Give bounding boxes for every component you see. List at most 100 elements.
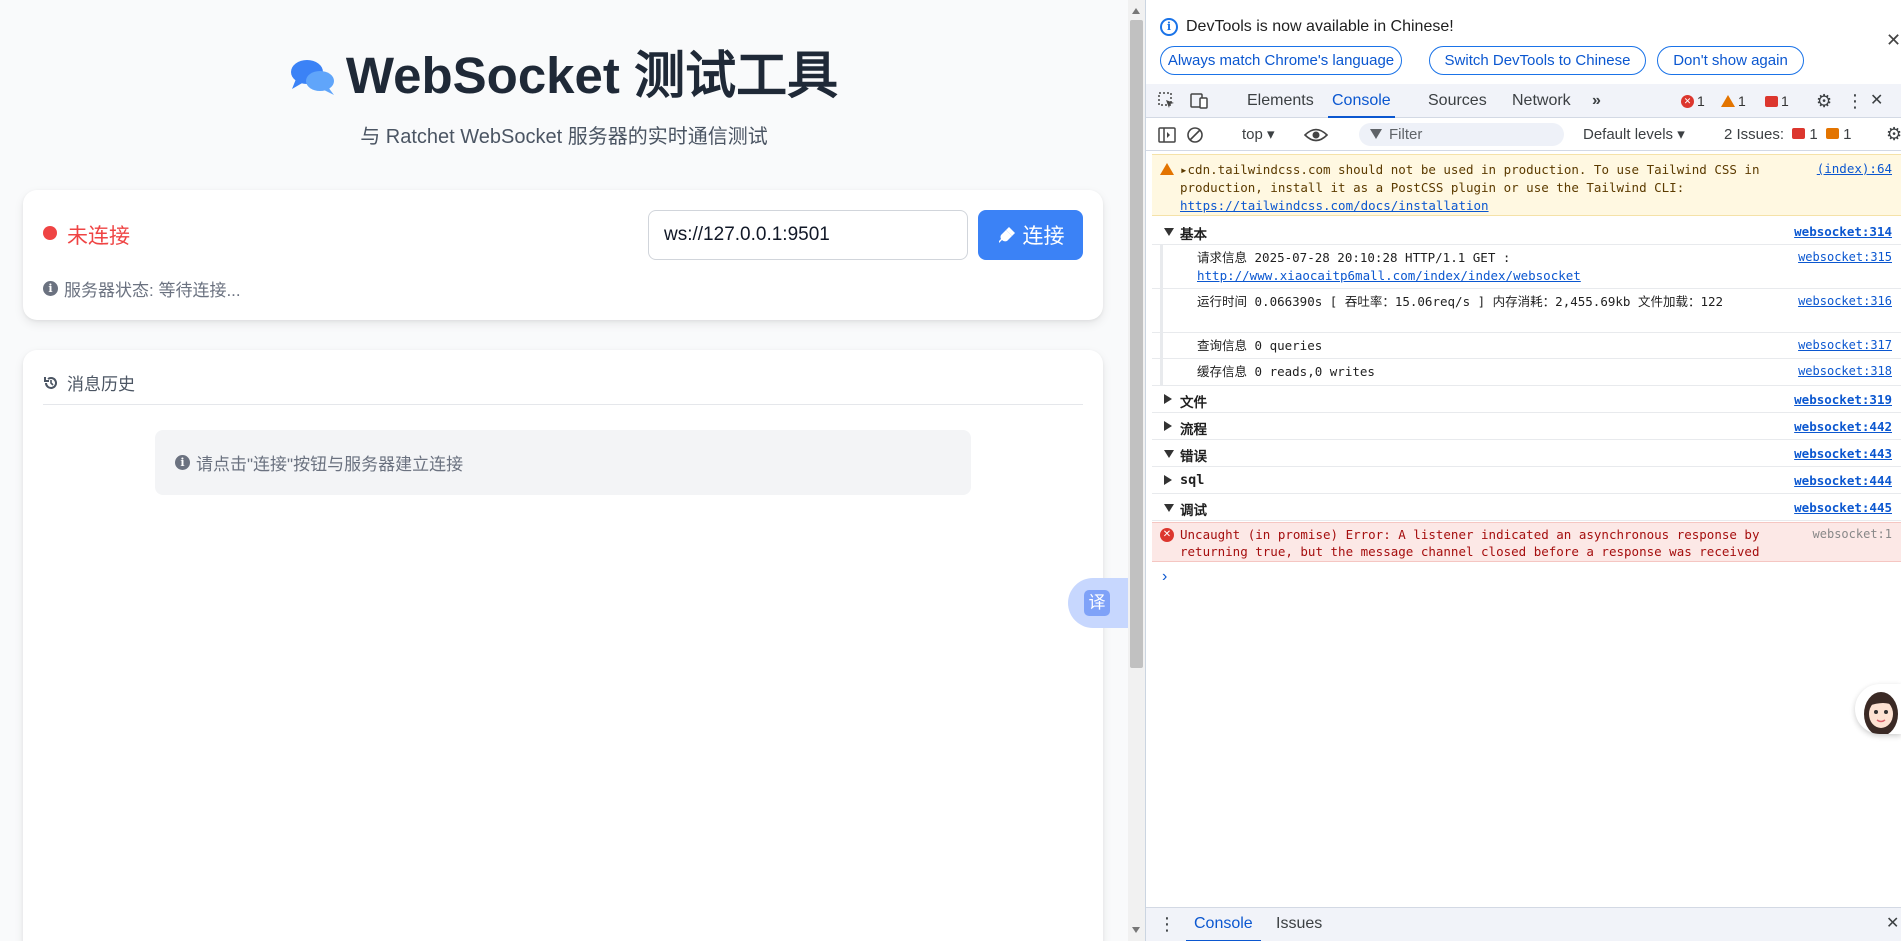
source-link[interactable]: websocket:317 xyxy=(1798,338,1892,352)
eye-icon[interactable] xyxy=(1304,126,1328,144)
tab-elements[interactable]: Elements xyxy=(1247,84,1314,118)
close-devtools-icon[interactable]: ✕ xyxy=(1870,84,1883,118)
error-icon: ✕ xyxy=(1681,94,1694,108)
device-toolbar-icon[interactable] xyxy=(1190,92,1208,110)
close-drawer-icon[interactable]: ✕ xyxy=(1886,908,1899,941)
console-group-debug[interactable]: 调试 websocket:445 xyxy=(1152,494,1901,521)
console-toolbar: top ▾ Filter Default levels ▾ 2 Issues: … xyxy=(1146,118,1901,151)
error-count-badge[interactable]: ✕ 1 xyxy=(1681,93,1705,109)
source-link[interactable]: websocket:1 xyxy=(1813,527,1892,541)
dont-show-again-button[interactable]: Don't show again xyxy=(1657,46,1804,75)
console-group-flow[interactable]: 流程 websocket:442 xyxy=(1152,413,1901,440)
settings-gear-icon[interactable]: ⚙ xyxy=(1816,84,1832,118)
notice-text: DevTools is now available in Chinese! xyxy=(1186,18,1454,35)
collapse-arrow-icon[interactable] xyxy=(1164,421,1172,431)
request-url-link[interactable]: http://www.xiaocaitp6mall.com/index/inde… xyxy=(1197,268,1581,283)
source-link[interactable]: websocket:442 xyxy=(1794,419,1892,434)
page-subtitle: 与 Ratchet WebSocket 服务器的实时通信测试 xyxy=(360,126,768,148)
websocket-app: WebSocket 测试工具 与 Ratchet WebSocket 服务器的实… xyxy=(0,0,1128,941)
inspect-element-icon[interactable] xyxy=(1158,92,1176,110)
source-link[interactable]: websocket:443 xyxy=(1794,446,1892,461)
log-text: 缓存信息 0 reads,0 writes xyxy=(1197,364,1375,379)
console-group-files[interactable]: 文件 websocket:319 xyxy=(1152,386,1901,413)
websocket-url-input[interactable] xyxy=(648,210,968,260)
info-icon: i xyxy=(1160,18,1178,36)
context-selector[interactable]: top ▾ xyxy=(1242,118,1275,152)
language-notice: i DevTools is now available in Chinese! … xyxy=(1146,0,1901,84)
info-icon: i xyxy=(175,455,190,470)
connect-button[interactable]: 连接 xyxy=(978,210,1083,260)
drawer-tab-issues[interactable]: Issues xyxy=(1276,908,1322,941)
source-link[interactable]: websocket:318 xyxy=(1798,364,1892,378)
tab-network[interactable]: Network xyxy=(1512,84,1571,118)
scroll-up-arrow-icon[interactable] xyxy=(1132,8,1140,14)
connection-card: 未连接 连接 i 服务器状态: 等待连接... xyxy=(23,190,1103,320)
console-log-line: 缓存信息 0 reads,0 writes websocket:318 xyxy=(1152,359,1901,386)
history-header: 消息历史 xyxy=(43,370,135,395)
clear-console-icon[interactable] xyxy=(1186,126,1204,144)
more-options-icon[interactable]: ⋮ xyxy=(1846,84,1864,118)
filter-icon xyxy=(1370,129,1382,139)
source-link[interactable]: (index):64 xyxy=(1817,161,1892,176)
expand-arrow-icon[interactable] xyxy=(1164,228,1174,236)
console-log-line: 请求信息 2025-07-28 20:10:28 HTTP/1.1 GET : … xyxy=(1152,245,1901,289)
assistant-avatar[interactable] xyxy=(1855,684,1901,734)
expand-arrow-icon[interactable] xyxy=(1164,504,1174,512)
issues-summary[interactable]: 2 Issues: 1 1 xyxy=(1724,118,1851,152)
connect-button-label: 连接 xyxy=(1022,225,1065,248)
source-link[interactable]: websocket:315 xyxy=(1798,250,1892,264)
collapse-arrow-icon[interactable] xyxy=(1164,394,1172,404)
scrollbar-thumb[interactable] xyxy=(1130,20,1143,668)
console-group-errors[interactable]: 错误 websocket:443 xyxy=(1152,440,1901,467)
drawer-menu-icon[interactable]: ⋮ xyxy=(1158,908,1176,941)
console-group-basic[interactable]: 基本 websocket:314 xyxy=(1152,218,1901,245)
expand-arrow-icon[interactable] xyxy=(1164,450,1174,458)
tab-sources[interactable]: Sources xyxy=(1428,84,1487,118)
avatar-face-icon xyxy=(1864,692,1898,734)
console-log-line: 查询信息 0 queries websocket:317 xyxy=(1152,333,1901,359)
divider xyxy=(43,404,1083,405)
console-settings-gear-icon[interactable]: ⚙ xyxy=(1886,118,1901,152)
status-dot xyxy=(43,226,57,240)
log-text: 运行时间 0.066390s [ 吞吐率：15.06req/s ] 内存消耗：2… xyxy=(1197,294,1724,309)
empty-state-message: i 请点击"连接"按钮与服务器建立连接 xyxy=(155,430,971,495)
group-label: 文件 xyxy=(1180,395,1207,411)
issue-warning-icon xyxy=(1825,128,1839,139)
always-match-language-button[interactable]: Always match Chrome's language xyxy=(1160,46,1402,75)
page-title: WebSocket 测试工具 xyxy=(0,44,1128,112)
switch-to-chinese-button[interactable]: Switch DevTools to Chinese xyxy=(1429,46,1646,75)
page-title-text: WebSocket 测试工具 xyxy=(345,47,839,104)
warning-icon xyxy=(1160,163,1174,175)
close-icon[interactable]: ✕ xyxy=(1886,30,1901,51)
source-link[interactable]: websocket:314 xyxy=(1794,224,1892,239)
warning-text: ▸cdn.tailwindcss.com should not be used … xyxy=(1180,162,1760,213)
info-icon: i xyxy=(43,281,58,296)
page-scrollbar[interactable] xyxy=(1128,0,1145,941)
console-filter-input[interactable]: Filter xyxy=(1359,123,1564,146)
tab-console[interactable]: Console xyxy=(1328,84,1395,118)
warning-count-badge[interactable]: 1 xyxy=(1721,93,1746,109)
issue-error-icon xyxy=(1792,128,1806,139)
sidebar-toggle-icon[interactable] xyxy=(1158,126,1176,144)
console-group-sql[interactable]: sql websocket:444 xyxy=(1152,467,1901,494)
drawer-tab-console[interactable]: Console xyxy=(1186,908,1261,941)
log-levels-dropdown[interactable]: Default levels ▾ xyxy=(1583,118,1685,152)
message-history-card: 消息历史 i 请点击"连接"按钮与服务器建立连接 xyxy=(23,350,1103,941)
error-text: Uncaught (in promise) Error: A listener … xyxy=(1180,527,1760,559)
source-link[interactable]: websocket:316 xyxy=(1798,294,1892,308)
translate-button[interactable]: 译 xyxy=(1068,578,1128,628)
source-link[interactable]: websocket:444 xyxy=(1794,473,1892,488)
translate-icon: 译 xyxy=(1084,590,1110,616)
tailwind-docs-link[interactable]: https://tailwindcss.com/docs/installatio… xyxy=(1180,198,1489,213)
group-label: 基本 xyxy=(1180,227,1207,243)
more-tabs-icon[interactable]: » xyxy=(1592,84,1601,118)
collapse-arrow-icon[interactable] xyxy=(1164,475,1172,485)
scroll-down-arrow-icon[interactable] xyxy=(1132,927,1140,933)
warning-icon xyxy=(1721,95,1735,107)
issues-count-badge[interactable]: 1 xyxy=(1765,93,1789,109)
console-prompt-icon[interactable]: › xyxy=(1162,568,1167,586)
devtools-panel: i DevTools is now available in Chinese! … xyxy=(1145,0,1901,941)
source-link[interactable]: websocket:319 xyxy=(1794,392,1892,407)
source-link[interactable]: websocket:445 xyxy=(1794,500,1892,515)
plug-icon xyxy=(998,227,1015,243)
